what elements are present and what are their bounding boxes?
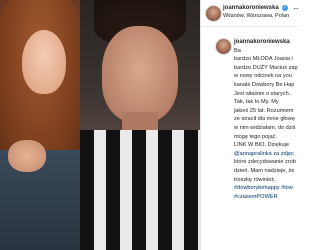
caption-line: ze stracił dla mnie głowę	[234, 116, 295, 123]
caption-avatar[interactable]	[215, 38, 232, 55]
caption-line: kanale Dowbory Be Hap	[234, 81, 295, 88]
face-shape	[102, 26, 178, 122]
post-caption: joannakoroniewska Ba bardzo MŁODA Joasia…	[234, 38, 300, 201]
post-photo-left	[0, 0, 80, 250]
avatar[interactable]	[205, 5, 222, 22]
caption-line: bardzo MŁODA Joasia i	[234, 56, 293, 63]
caption-line: Jest właśnie o starych..	[234, 90, 292, 97]
post-location[interactable]: Wilanów, Warszawa, Polan	[223, 13, 289, 19]
caption-line: w nowy odcinek na you	[234, 73, 292, 80]
post-header: joannakoroniewska ✓ Wilanów, Warszawa, P…	[201, 0, 301, 27]
caption-line: dzień. Mam nadzieje, że	[234, 167, 295, 174]
post-photo-right	[80, 0, 200, 250]
caption-mention[interactable]: @annapralinka za zdjęc	[234, 150, 300, 159]
post-username[interactable]: joannakoroniewska	[223, 5, 279, 11]
caption-hashtags[interactable]: #dowborybehappy #low	[234, 184, 300, 193]
caption-line: LINK W BIO. Dziękuje	[234, 142, 290, 149]
caption-line: Tak, tak to My. My	[234, 99, 279, 106]
caption-line: jakieś 25 lat. Rozumiem	[234, 107, 294, 114]
caption-line: w nim widziałam, do dziś	[234, 124, 296, 131]
striped-shirt	[80, 130, 200, 250]
post-side-panel: joannakoroniewska ✓ Wilanów, Warszawa, P…	[200, 0, 301, 250]
caption-line: mogę tego pojąć.	[234, 133, 277, 140]
caption-username[interactable]: joannakoroniewska	[234, 38, 300, 47]
verified-icon: ✓	[282, 5, 288, 11]
caption-hashtags[interactable]: #czasemPOWER	[234, 193, 300, 202]
caption-line: troszkę rówinież.	[234, 176, 276, 183]
caption-line: bardzo DUŻY Maciuś zap	[234, 64, 298, 71]
more-options-icon[interactable]: ···	[293, 4, 299, 13]
hand-shape	[8, 140, 46, 172]
caption-line: które zdecydowanie zrob	[234, 159, 296, 166]
caption-line: Ba	[234, 47, 241, 54]
face-shape	[22, 30, 66, 94]
